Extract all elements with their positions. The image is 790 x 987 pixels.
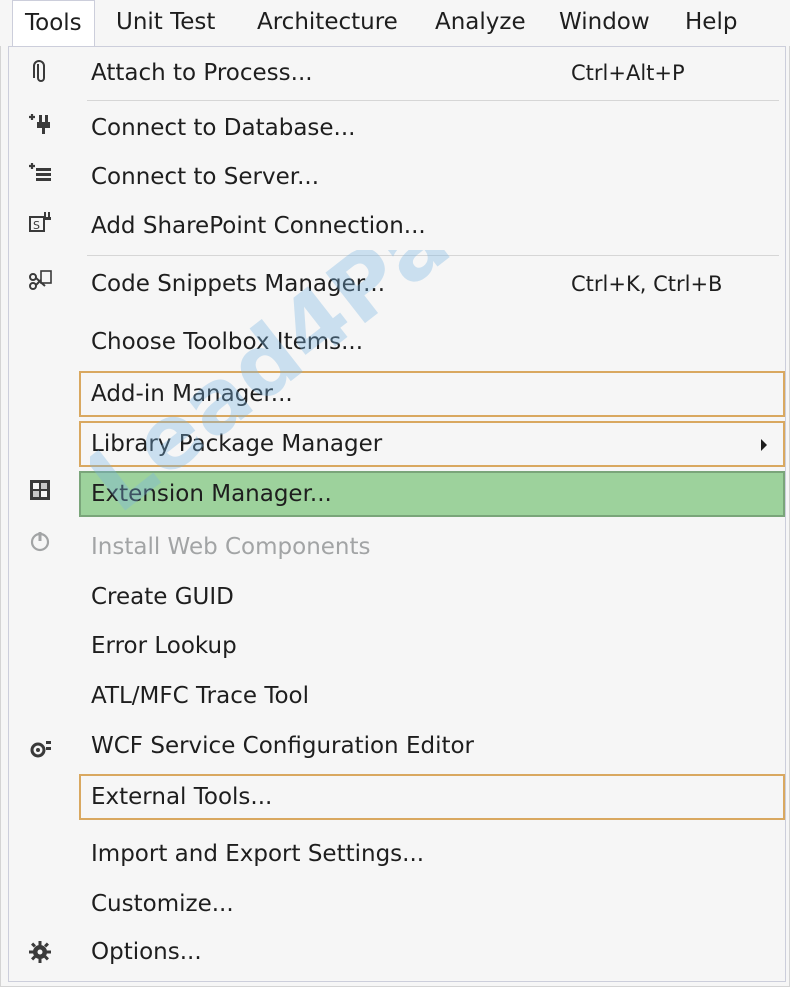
extension-icon: [27, 477, 53, 503]
menu-item-label: Add-in Manager...: [91, 381, 293, 407]
menu-item-label: Choose Toolbox Items...: [91, 329, 364, 355]
menu-item-label: Extension Manager...: [91, 481, 332, 507]
menu-tools[interactable]: Tools: [12, 0, 95, 47]
menu-item-error-lookup[interactable]: Error Lookup: [79, 623, 785, 669]
tools-dropdown-menu: S Attach to Process... Ctrl+Alt+P Connec…: [8, 46, 786, 982]
menu-item-atl-mfc-trace-tool[interactable]: ATL/MFC Trace Tool: [79, 673, 785, 719]
menu-bar: Tools Unit Test Architecture Analyze Win…: [0, 0, 790, 47]
gear-icon: [27, 939, 53, 965]
menu-architecture[interactable]: Architecture: [245, 0, 410, 46]
menu-item-label: Code Snippets Manager...: [91, 271, 386, 297]
menu-item-create-guid[interactable]: Create GUID: [79, 574, 785, 620]
menu-item-label: Install Web Components: [91, 534, 371, 560]
menu-item-label: Add SharePoint Connection...: [91, 213, 426, 239]
menu-item-attach-to-process[interactable]: Attach to Process... Ctrl+Alt+P: [79, 50, 785, 96]
wcf-config-icon: [27, 736, 53, 762]
menu-item-customize[interactable]: Customize...: [79, 881, 785, 927]
sharepoint-icon: S: [27, 209, 53, 235]
menu-item-label: Import and Export Settings...: [91, 841, 425, 867]
menu-item-connect-to-database[interactable]: Connect to Database...: [79, 105, 785, 151]
menu-item-label: Customize...: [91, 891, 234, 917]
menu-item-label: Error Lookup: [91, 633, 237, 659]
database-connect-icon: [27, 111, 53, 137]
menu-item-shortcut: Ctrl+K, Ctrl+B: [571, 272, 723, 296]
menu-item-label: Create GUID: [91, 584, 234, 610]
menu-item-import-and-export-settings[interactable]: Import and Export Settings...: [79, 831, 785, 877]
separator: [87, 255, 779, 256]
menu-help[interactable]: Help: [673, 0, 749, 46]
icon-gutter: [9, 47, 77, 981]
snippets-icon: [27, 268, 53, 294]
menu-item-label: Library Package Manager: [91, 431, 383, 457]
menu-item-label: Options...: [91, 939, 202, 965]
separator: [87, 100, 779, 101]
menu-item-label: ATL/MFC Trace Tool: [91, 683, 310, 709]
menu-analyze[interactable]: Analyze: [423, 0, 538, 46]
menu-item-add-in-manager[interactable]: Add-in Manager...: [79, 371, 785, 417]
menu-item-options[interactable]: Options...: [79, 929, 785, 975]
svg-text:S: S: [33, 219, 40, 232]
menu-item-label: Connect to Server...: [91, 164, 320, 190]
menu-item-label: External Tools...: [91, 784, 273, 810]
menu-item-external-tools[interactable]: External Tools...: [79, 774, 785, 820]
menu-window[interactable]: Window: [547, 0, 662, 46]
menu-item-choose-toolbox-items[interactable]: Choose Toolbox Items...: [79, 319, 785, 365]
server-connect-icon: [27, 160, 53, 186]
menu-item-install-web-components: Install Web Components: [79, 524, 785, 570]
menu-item-connect-to-server[interactable]: Connect to Server...: [79, 154, 785, 200]
menu-item-label: Attach to Process...: [91, 60, 313, 86]
menu-item-code-snippets-manager[interactable]: Code Snippets Manager... Ctrl+K, Ctrl+B: [79, 261, 785, 307]
attach-icon: [27, 60, 53, 86]
menu-item-label: Connect to Database...: [91, 115, 356, 141]
power-icon: [27, 528, 53, 554]
menu-item-wcf-service-configuration-editor[interactable]: WCF Service Configuration Editor: [79, 723, 785, 769]
menu-item-label: WCF Service Configuration Editor: [91, 733, 475, 759]
menu-item-shortcut: Ctrl+Alt+P: [571, 61, 685, 85]
menu-item-extension-manager[interactable]: Extension Manager...: [79, 471, 785, 517]
menu-item-library-package-manager[interactable]: Library Package Manager: [79, 421, 785, 467]
submenu-arrow-icon: [761, 439, 767, 451]
menu-unit-test[interactable]: Unit Test: [104, 0, 227, 46]
menu-item-add-sharepoint-connection[interactable]: Add SharePoint Connection...: [79, 203, 785, 249]
